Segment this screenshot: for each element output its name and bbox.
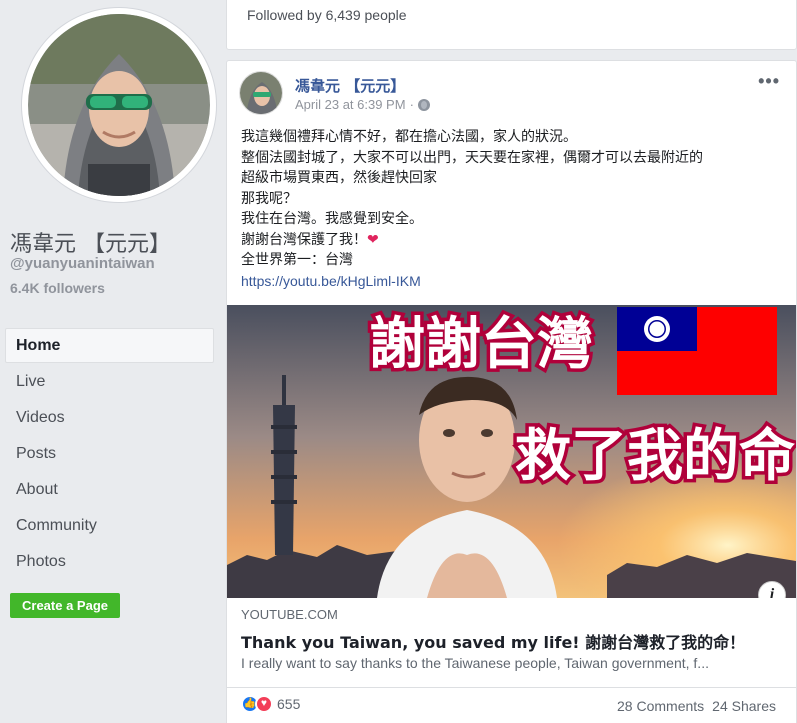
- link-description: I really want to say thanks to the Taiwa…: [241, 655, 709, 671]
- nav-videos[interactable]: Videos: [5, 400, 214, 435]
- love-reaction-icon: ♥: [255, 695, 273, 713]
- post-line: 整個法國封城了，大家不可以出門，天天要在家裡，偶爾才可以去最附近的: [241, 149, 703, 166]
- page-sidebar: 馮韋元 【元元】 @yuanyuanintaiwan 6.4K follower…: [0, 0, 226, 723]
- comments-count[interactable]: 28 Comments: [617, 698, 704, 714]
- nav-posts[interactable]: Posts: [5, 436, 214, 471]
- reactions-summary[interactable]: 👍 ♥ 655: [241, 695, 300, 713]
- video-thumbnail[interactable]: 謝謝台灣 救了我的命: [227, 305, 796, 598]
- post-stats: 28 Comments 24 Shares: [617, 698, 776, 714]
- page-title[interactable]: 馮韋元 【元元】: [10, 226, 171, 258]
- more-options-icon[interactable]: •••: [758, 71, 780, 92]
- follower-count: 6.4K followers: [10, 280, 105, 296]
- post-line: 那我呢？: [241, 190, 297, 207]
- page-handle[interactable]: @yuanyuanintaiwan: [10, 255, 155, 272]
- post-meta: April 23 at 6:39 PM ·: [295, 97, 430, 112]
- link-title[interactable]: Thank you Taiwan, you saved my life! 謝謝台…: [241, 629, 745, 653]
- post-line: 超級市場買東西，然後趕快回家: [241, 170, 437, 186]
- followers-card: Followed by 6,439 people: [226, 0, 797, 50]
- nav-photos[interactable]: Photos: [5, 544, 214, 579]
- nav-home[interactable]: Home: [5, 328, 214, 363]
- link-source: YOUTUBE.COM: [241, 607, 338, 622]
- globe-icon[interactable]: [417, 98, 430, 111]
- post-line: 謝謝台灣保護了我！: [241, 231, 367, 248]
- post-text: 我這幾個禮拜心情不好，都在擔心法國，家人的狀況。 整個法國封城了，大家不可以出門…: [241, 127, 781, 291]
- nav-live[interactable]: Live: [5, 364, 214, 399]
- nav-about[interactable]: About: [5, 472, 214, 507]
- post-card: 馮韋元 【元元】 April 23 at 6:39 PM · ••• 我這幾個禮…: [226, 60, 797, 723]
- create-page-button[interactable]: Create a Page: [10, 593, 120, 618]
- post-line: 我住在台灣。我感覺到安全。: [241, 211, 423, 227]
- post-author-avatar[interactable]: [239, 71, 283, 115]
- profile-picture[interactable]: [22, 8, 216, 202]
- nav-community[interactable]: Community: [5, 508, 214, 543]
- post-timestamp[interactable]: April 23 at 6:39 PM: [295, 97, 406, 112]
- followed-by-text[interactable]: Followed by 6,439 people: [247, 7, 407, 23]
- thumbnail-caption-top: 謝謝台灣: [369, 312, 593, 377]
- page-nav: Home Live Videos Posts About Community P…: [5, 328, 214, 580]
- post-line: 全世界第一：台灣: [241, 252, 353, 268]
- thumbnail-caption-bottom: 救了我的命: [515, 424, 795, 489]
- avatar: [28, 14, 210, 196]
- post-link[interactable]: https://youtu.be/kHgLiml-IKM: [241, 271, 781, 292]
- post-line: 我這幾個禮拜心情不好，都在擔心法國，家人的狀況。: [241, 129, 577, 145]
- shares-count[interactable]: 24 Shares: [712, 698, 776, 714]
- heart-icon: ❤: [367, 231, 379, 248]
- link-preview[interactable]: YOUTUBE.COM Thank you Taiwan, you saved …: [227, 598, 796, 688]
- reaction-count[interactable]: 655: [277, 696, 300, 712]
- post-author-name[interactable]: 馮韋元 【元元】: [295, 75, 405, 96]
